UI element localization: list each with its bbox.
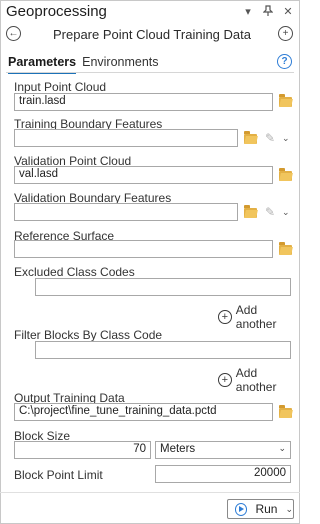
help-icon[interactable]: ? xyxy=(277,54,292,69)
chevron-down-icon: ⌄ xyxy=(278,443,286,453)
tool-nav-row: ← Prepare Point Cloud Training Data + xyxy=(0,22,300,46)
run-label: Run xyxy=(255,502,278,516)
block-size-unit-value: Meters xyxy=(160,443,196,455)
close-icon[interactable]: ✕ xyxy=(282,5,294,19)
block-size-field[interactable]: 70 xyxy=(14,441,151,459)
filter-blocks-label: Filter Blocks By Class Code xyxy=(14,328,163,342)
sketch-pencil-icon[interactable]: ✎ xyxy=(265,132,277,144)
block-point-limit-field[interactable]: 20000 xyxy=(155,465,291,483)
browse-folder-icon[interactable] xyxy=(244,131,257,144)
pane-header-icons: ▾ ✕ xyxy=(242,5,294,19)
input-point-cloud-field[interactable]: train.lasd xyxy=(14,93,273,111)
chevron-down-icon[interactable]: ⌄ xyxy=(285,504,293,515)
pin-icon[interactable] xyxy=(262,5,274,19)
run-button[interactable]: Run ⌄ xyxy=(227,499,294,519)
reference-surface-field[interactable] xyxy=(14,240,273,258)
excluded-class-codes-field[interactable] xyxy=(35,278,291,296)
add-circle-icon: + xyxy=(218,373,232,387)
tab-divider xyxy=(6,72,294,73)
validation-boundary-field[interactable] xyxy=(14,203,238,221)
pane-title: Geoprocessing xyxy=(6,3,107,20)
block-size-unit-select[interactable]: Meters ⌄ xyxy=(155,441,291,459)
filter-blocks-field[interactable] xyxy=(35,341,291,359)
add-circle-icon: + xyxy=(218,310,232,324)
input-point-cloud-label: Input Point Cloud xyxy=(14,80,107,94)
add-plus-icon[interactable]: + xyxy=(278,26,293,41)
output-training-data-field[interactable]: C:\project\fine_tune_training_data.pctd xyxy=(14,403,273,421)
add-another-label: Add another xyxy=(235,303,277,331)
browse-folder-icon[interactable] xyxy=(279,168,292,181)
add-another-label: Add another xyxy=(235,366,277,394)
block-point-limit-label: Block Point Limit xyxy=(14,468,103,482)
excluded-class-codes-label: Excluded Class Codes xyxy=(14,265,135,279)
footer-divider xyxy=(0,492,300,493)
add-another-button[interactable]: + Add another xyxy=(218,366,300,394)
validation-point-cloud-field[interactable]: val.lasd xyxy=(14,166,273,184)
chevron-down-icon[interactable]: ⌄ xyxy=(282,207,290,218)
training-boundary-field[interactable] xyxy=(14,129,238,147)
chevron-down-icon[interactable]: ⌄ xyxy=(282,133,290,144)
options-menu-icon[interactable]: ▾ xyxy=(242,5,254,19)
play-icon xyxy=(235,502,248,516)
add-another-button[interactable]: + Add another xyxy=(218,303,300,331)
browse-folder-icon[interactable] xyxy=(279,405,292,418)
browse-folder-icon[interactable] xyxy=(279,242,292,255)
sketch-pencil-icon[interactable]: ✎ xyxy=(265,206,277,218)
tool-title: Prepare Point Cloud Training Data xyxy=(52,27,251,42)
browse-folder-icon[interactable] xyxy=(244,205,257,218)
browse-folder-icon[interactable] xyxy=(279,94,292,107)
